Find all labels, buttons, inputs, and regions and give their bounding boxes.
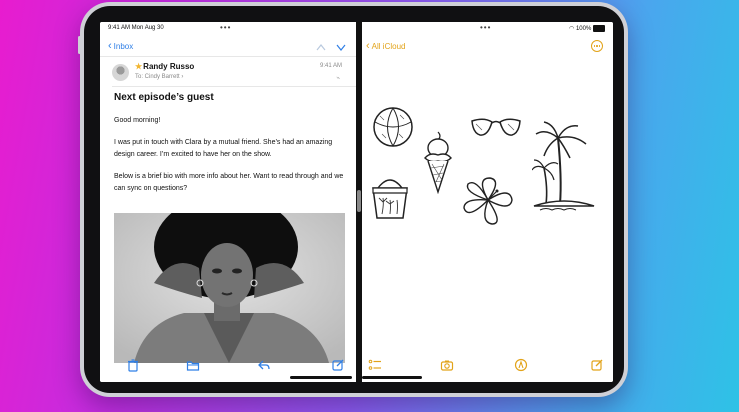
mail-back-label: Inbox [113, 41, 134, 51]
portrait-image [114, 213, 345, 363]
sunglasses-sketch[interactable] [470, 116, 522, 140]
star-icon: ★ [135, 62, 143, 71]
chevron-right-icon: › [181, 74, 184, 80]
message-nav [316, 44, 346, 51]
top-button [78, 36, 81, 54]
trash-icon[interactable] [126, 358, 140, 372]
portrait-photo[interactable] [114, 213, 345, 363]
home-indicator-left[interactable] [290, 376, 352, 379]
chevron-left-icon: ‹ [108, 40, 112, 52]
ipad-device: 9:41 AM Mon Aug 30 ••• ‹ Inbox ★Randy Ru… [78, 2, 628, 397]
sender-label: Randy Russo [143, 62, 195, 71]
bucket-sketch[interactable] [370, 174, 410, 220]
reply-icon[interactable] [257, 358, 271, 372]
chevron-down-icon[interactable] [336, 44, 346, 51]
notes-back-label: All iCloud [371, 41, 406, 51]
checklist-icon[interactable] [368, 358, 382, 372]
beach-ball-sketch[interactable] [372, 106, 414, 148]
avatar [112, 64, 129, 81]
email-paragraph-2: I was put in touch with Clara by a mutua… [114, 139, 333, 158]
compose-icon[interactable] [590, 358, 604, 372]
notes-pane: ••• ◠ 100% ‹ All iCloud [362, 22, 613, 382]
wifi-icon: ◠ [569, 26, 575, 33]
divider-handle[interactable] [357, 190, 361, 212]
header-separator [100, 56, 356, 57]
attachment-icon: ⌁ [334, 74, 341, 83]
email-subject: Next episode’s guest [114, 92, 214, 103]
hibiscus-sketch[interactable] [462, 176, 514, 226]
palm-trees-sketch[interactable] [532, 118, 598, 212]
mail-pane: 9:41 AM Mon Aug 30 ••• ‹ Inbox ★Randy Ru… [100, 22, 356, 382]
multitasking-dots[interactable]: ••• [220, 23, 231, 32]
email-paragraph-1: Good morning! [114, 117, 161, 124]
message-header-separator [112, 86, 356, 87]
device-bezel: 9:41 AM Mon Aug 30 ••• ‹ Inbox ★Randy Ru… [84, 6, 624, 393]
mail-back-button[interactable]: ‹ Inbox [108, 40, 133, 52]
status-time: 9:41 AM Mon Aug 30 [108, 25, 164, 31]
more-icon[interactable] [591, 40, 603, 52]
chevron-up-icon[interactable] [316, 44, 326, 51]
chevron-left-icon: ‹ [366, 40, 370, 52]
compose-icon[interactable] [331, 358, 345, 372]
multitasking-dots[interactable]: ••• [480, 23, 491, 32]
message-time: 9:41 AM [319, 63, 342, 69]
battery-percent: 100% [575, 26, 592, 33]
battery-icon [593, 25, 605, 32]
sender-name[interactable]: ★Randy Russo [135, 62, 194, 71]
status-right: ◠ 100% [569, 25, 605, 32]
recipient-label: To: Cindy Barrett [135, 74, 180, 80]
email-paragraph-3: Below is a brief bio with more info abou… [114, 173, 344, 192]
ice-cream-sketch[interactable] [422, 130, 454, 194]
recipient-line[interactable]: To: Cindy Barrett › [135, 74, 183, 80]
camera-icon[interactable] [440, 358, 454, 372]
screen: 9:41 AM Mon Aug 30 ••• ‹ Inbox ★Randy Ru… [100, 22, 613, 382]
notes-back-button[interactable]: ‹ All iCloud [366, 40, 405, 52]
folder-icon[interactable] [186, 358, 200, 372]
home-indicator-right[interactable] [362, 376, 422, 379]
markup-icon[interactable] [514, 358, 528, 372]
